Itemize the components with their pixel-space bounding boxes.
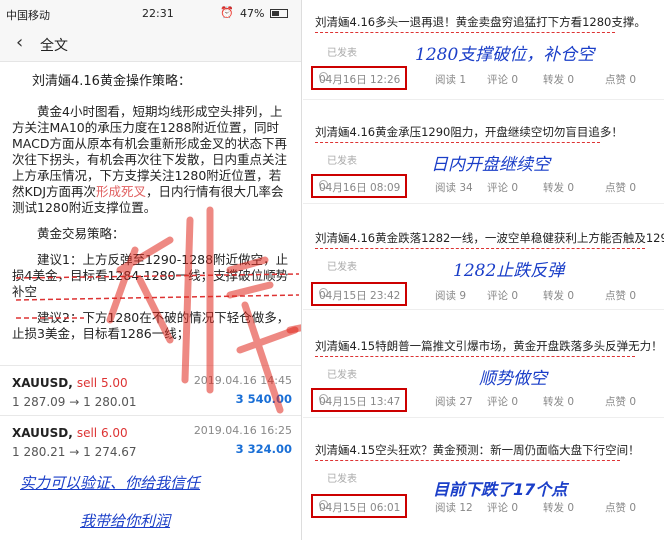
annotation-text: 1280支撑破位，补仓空 xyxy=(415,45,595,65)
title-underline xyxy=(315,32,615,33)
like-count[interactable]: 点赞 0 xyxy=(605,72,636,87)
post-status: 已发表 xyxy=(327,48,357,59)
trade-symbol: XAUUSD, xyxy=(12,376,73,390)
annotation-text: 1282止跌反弹 xyxy=(453,261,565,281)
promo-line-1: 实力可以验证、你给我信任 xyxy=(20,474,201,492)
comment-count[interactable]: 评论 0 xyxy=(487,72,518,87)
post-item[interactable]: 刘清婳4.16黄金跌落1282一线，一波空单稳健获利上方能否触及1290？ 已发… xyxy=(303,230,664,310)
read-count: 阅读 9 xyxy=(435,290,467,302)
article-screen: 中国移动 22:31 ⏰ 47% ‹ 全文 刘清婳4.16黄金操作策略： 黄金4… xyxy=(0,0,302,540)
suggestion-2: 建议2：下方1280在不破的情况下轻仓做多，止损3美金，目标看1286一线； xyxy=(12,310,290,341)
like-count[interactable]: 点赞 0 xyxy=(605,180,636,195)
post-status: 已发表 xyxy=(327,370,357,381)
post-status: 已发表 xyxy=(327,262,357,273)
article-heading: 刘清婳4.16黄金操作策略： xyxy=(32,74,191,89)
post-list: 刘清婳4.16多头一退再退！黄金卖盘穷追猛打下方看1280支撑。 已发表 128… xyxy=(303,0,664,540)
post-status: 已发表 xyxy=(327,156,357,167)
read-count: 阅读 1 xyxy=(435,74,467,86)
battery-percent: 47% xyxy=(240,7,265,20)
read-count: 阅读 12 xyxy=(435,502,473,514)
comment-count[interactable]: 评论 0 xyxy=(487,500,518,515)
battery-icon xyxy=(270,9,288,18)
post-item[interactable]: 刘清婳4.16多头一退再退！黄金卖盘穷追猛打下方看1280支撑。 已发表 128… xyxy=(303,14,664,100)
article-body: 刘清婳4.16黄金操作策略： 黄金4小时图看，短期均线形成空头排列，上方关注MA… xyxy=(0,62,301,350)
annotation-text: 日内开盘继续空 xyxy=(431,155,550,175)
share-count[interactable]: 转发 0 xyxy=(543,72,574,87)
share-count[interactable]: 转发 0 xyxy=(543,180,574,195)
back-chevron-icon[interactable]: ‹ xyxy=(16,32,23,53)
alarm-icon: ⏰ xyxy=(220,6,234,19)
read-count: 阅读 27 xyxy=(435,396,473,408)
nav-bar: ‹ 全文 xyxy=(0,26,301,62)
share-count[interactable]: 转发 0 xyxy=(543,288,574,303)
post-title[interactable]: 刘清婳4.15空头狂欢？黄金预测：新一周仍面临大盘下行空间！ xyxy=(315,442,640,458)
annotation-text: 顺势做空 xyxy=(479,369,547,389)
post-item[interactable]: 刘清婳4.15特朗普一篇推文引爆市场，黄金开盘跌落多头反弹无力！ 已发表 顺势做… xyxy=(303,338,664,418)
post-title[interactable]: 刘清婳4.15特朗普一篇推文引爆市场，黄金开盘跌落多头反弹无力！ xyxy=(315,338,663,354)
post-title[interactable]: 刘清婳4.16黄金承压1290阻力，开盘继续空切勿盲目追多！ xyxy=(315,124,623,140)
carrier-label: 中国移动 xyxy=(6,9,50,22)
comment-count[interactable]: 评论 0 xyxy=(487,180,518,195)
trade-date: 2019.04.16 14:45 xyxy=(193,374,292,387)
post-title[interactable]: 刘清婳4.16多头一退再退！黄金卖盘穷追猛打下方看1280支撑。 xyxy=(315,14,646,30)
trade-list: XAUUSD, sell 5.00 1 287.09 → 1 280.01 201… xyxy=(0,365,301,465)
title-underline xyxy=(315,248,645,249)
annotation-text: 目前下跌了17个点 xyxy=(433,480,568,499)
read-count: 阅读 34 xyxy=(435,182,473,194)
clock-time: 22:31 xyxy=(142,7,174,20)
strategy-label: 黄金交易策略： xyxy=(37,226,125,241)
share-count[interactable]: 转发 0 xyxy=(543,394,574,409)
page-title: 全文 xyxy=(40,38,68,54)
like-count[interactable]: 点赞 0 xyxy=(605,288,636,303)
trade-row[interactable]: XAUUSD, sell 5.00 1 287.09 → 1 280.01 201… xyxy=(0,365,301,415)
analysis-paragraph: 黄金4小时图看，短期均线形成空头排列，上方关注MA10的承压力度在1288附近位… xyxy=(12,104,290,216)
share-count[interactable]: 转发 0 xyxy=(543,500,574,515)
suggestion-1: 建议1：上方反弹至1290-1288附近做空，止损4美金，目标看1284-128… xyxy=(12,252,289,299)
post-status: 已发表 xyxy=(327,474,357,485)
trade-side: sell 6.00 xyxy=(76,426,128,440)
analysis-highlight: 形成死叉 xyxy=(96,184,147,199)
like-count[interactable]: 点赞 0 xyxy=(605,394,636,409)
post-item[interactable]: 刘清婳4.16黄金承压1290阻力，开盘继续空切勿盲目追多！ 已发表 日内开盘继… xyxy=(303,124,664,204)
trade-side: sell 5.00 xyxy=(76,376,128,390)
comment-count[interactable]: 评论 0 xyxy=(487,394,518,409)
title-underline xyxy=(315,460,620,461)
promo-line-2: 我带给你利润 xyxy=(80,512,171,530)
trade-profit: 3 540.00 xyxy=(235,392,292,406)
post-item[interactable]: 刘清婳4.15空头狂欢？黄金预测：新一周仍面临大盘下行空间！ 已发表 目前下跌了… xyxy=(303,442,664,522)
like-count[interactable]: 点赞 0 xyxy=(605,500,636,515)
status-bar: 中国移动 22:31 ⏰ 47% xyxy=(0,0,301,26)
trade-profit: 3 324.00 xyxy=(235,442,292,456)
post-title[interactable]: 刘清婳4.16黄金跌落1282一线，一波空单稳健获利上方能否触及1290？ xyxy=(315,230,664,246)
title-underline xyxy=(315,356,635,357)
trade-date: 2019.04.16 16:25 xyxy=(193,424,292,437)
trade-symbol: XAUUSD, xyxy=(12,426,73,440)
title-underline xyxy=(315,142,600,143)
trade-row[interactable]: XAUUSD, sell 6.00 1 280.21 → 1 274.67 201… xyxy=(0,415,301,465)
comment-count[interactable]: 评论 0 xyxy=(487,288,518,303)
